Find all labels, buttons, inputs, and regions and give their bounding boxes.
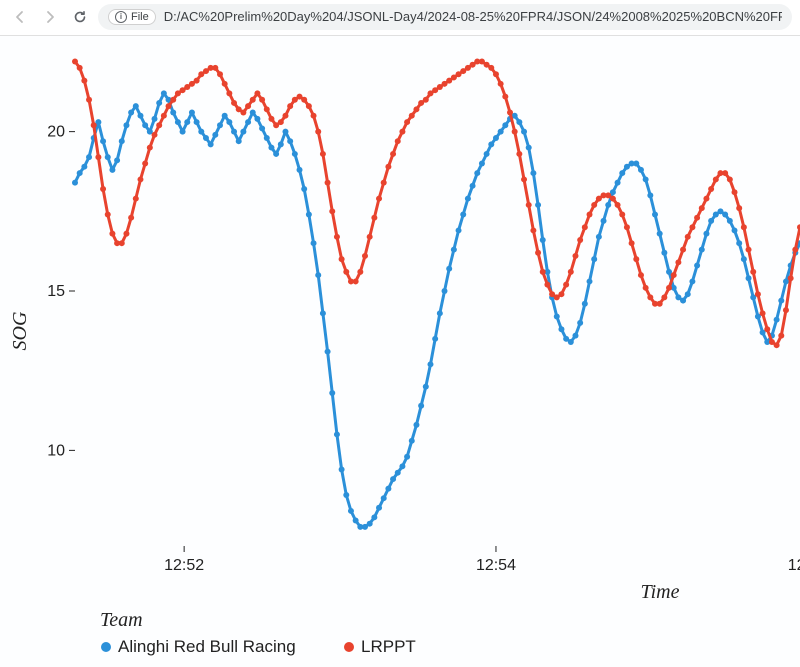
chart: SOG 10 15 20 12:52 12:54 12:56 Time Team Alinghi … [0, 36, 800, 667]
url-text: D:/AC%20Prelim%20Day%204/JSONL-Day4/2024… [164, 9, 782, 24]
page: SOG 10 15 20 12:52 12:54 12:56 Time Team Alinghi … [0, 36, 800, 667]
series-alinghi-red-bull-racing [72, 90, 800, 530]
y-tick-label: 15 [47, 283, 65, 300]
y-tick-label: 10 [47, 442, 65, 459]
legend-title: Team [100, 609, 143, 631]
file-chip: i File [108, 9, 156, 25]
y-tick-label: 20 [47, 124, 65, 141]
x-tick-label: 12:52 [164, 557, 204, 574]
back-button[interactable] [8, 5, 32, 29]
y-axis-label: SOG [9, 311, 31, 350]
legend-item-label: Alinghi Red Bull Racing [118, 637, 296, 656]
forward-button[interactable] [38, 5, 62, 29]
legend-marker [344, 642, 354, 652]
series-lrppt [72, 59, 800, 349]
x-tick-label: 12:54 [476, 557, 516, 574]
x-tick-label: 12:56 [788, 557, 800, 574]
file-chip-label: File [131, 11, 149, 23]
chart-svg: SOG 10 15 20 12:52 12:54 12:56 Time Team Alinghi … [0, 36, 800, 667]
legend-marker [101, 642, 111, 652]
x-axis-label: Time [641, 581, 680, 603]
legend: Team Alinghi Red Bull Racing LRPPT [100, 609, 416, 656]
browser-toolbar: i File D:/AC%20Prelim%20Day%204/JSONL-Da… [0, 0, 800, 36]
reload-button[interactable] [68, 5, 92, 29]
info-icon: i [115, 11, 127, 23]
legend-item-label: LRPPT [361, 637, 416, 656]
address-bar[interactable]: i File D:/AC%20Prelim%20Day%204/JSONL-Da… [98, 4, 792, 30]
